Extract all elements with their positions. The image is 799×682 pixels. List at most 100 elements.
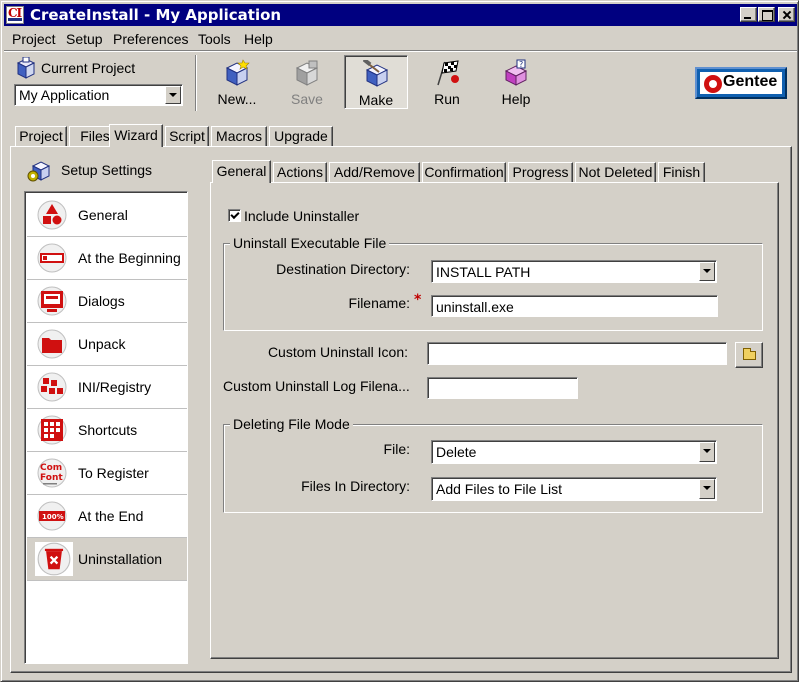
tab-confirmation[interactable]: Confirmation (422, 162, 506, 182)
menu-preferences[interactable]: Preferences (113, 31, 188, 47)
com-font-icon: Com Font (37, 458, 67, 488)
help-button-label: Help (501, 91, 531, 107)
file-mode-label: File: (383, 441, 410, 457)
gentee-logo-button[interactable]: Gentee (695, 67, 787, 99)
include-uninstaller-label: Include Uninstaller (244, 208, 360, 224)
nav-item-at-the-beginning[interactable]: At the Beginning (27, 237, 187, 280)
nav-item-at-the-end[interactable]: 100% At the End (27, 495, 187, 538)
make-button[interactable]: Make (344, 55, 408, 109)
save-button[interactable]: Save (275, 55, 339, 109)
chevron-down-icon[interactable] (699, 479, 715, 499)
chevron-down-icon[interactable] (699, 262, 715, 281)
nav-item-label: To Register (78, 465, 149, 481)
help-button[interactable]: ? Help (484, 55, 548, 109)
nav-item-general[interactable]: General (27, 194, 187, 237)
save-button-label: Save (291, 91, 323, 107)
gentee-logo-text: Gentee (723, 73, 778, 90)
custom-uninstall-log-label: Custom Uninstall Log Filena... (223, 378, 410, 394)
close-button[interactable] (778, 7, 795, 22)
nav-item-label: At the Beginning (78, 250, 181, 266)
title-bar[interactable]: CI CreateInstall - My Application (4, 4, 797, 26)
maximize-button[interactable] (758, 7, 775, 22)
nav-item-ini-registry[interactable]: INI/Registry (27, 366, 187, 409)
tab-macros[interactable]: Macros (211, 126, 267, 146)
new-box-icon (225, 59, 250, 86)
open-folder-icon (743, 348, 756, 360)
current-project-select[interactable]: My Application (14, 84, 183, 106)
run-button[interactable]: Run (415, 55, 479, 109)
nav-item-label: Uninstallation (78, 551, 163, 567)
progress-start-icon (37, 243, 67, 273)
custom-uninstall-icon-input[interactable] (427, 342, 727, 365)
uninstall-exe-group: Uninstall Executable File (223, 235, 763, 331)
com-font-icon-com-text: Com (40, 463, 62, 473)
tab-project[interactable]: Project (15, 126, 67, 146)
checkered-flag-icon (437, 60, 459, 86)
tab-not-deleted[interactable]: Not Deleted (575, 162, 656, 182)
tab-actions[interactable]: Actions (273, 162, 327, 182)
uninstall-tabs: General Actions Add/Remove Confirmation … (212, 160, 712, 183)
chevron-down-icon[interactable] (699, 442, 715, 462)
tab-add-remove[interactable]: Add/Remove (329, 162, 420, 182)
files-in-directory-label: Files In Directory: (301, 478, 410, 494)
nav-item-label: Dialogs (78, 293, 125, 309)
progress-complete-icon: 100% (37, 501, 67, 531)
tab-wizard[interactable]: Wizard (109, 124, 163, 147)
destination-directory-select[interactable]: INSTALL PATH (431, 260, 717, 283)
toolbar-divider (195, 55, 197, 111)
nav-item-unpack[interactable]: Unpack (27, 323, 187, 366)
required-asterisk: * (414, 292, 422, 308)
svg-text:?: ? (519, 60, 523, 69)
app-icon[interactable]: CI (6, 6, 24, 24)
tab-finish[interactable]: Finish (658, 162, 705, 182)
com-font-icon-font-text: Font (40, 473, 63, 483)
tab-progress[interactable]: Progress (508, 162, 573, 182)
application-window: CI CreateInstall - My Application Projec… (0, 0, 799, 682)
current-project-label: Current Project (41, 60, 136, 76)
tab-upgrade[interactable]: Upgrade (269, 126, 333, 146)
nav-item-label: INI/Registry (78, 379, 152, 395)
setup-settings-label: Setup Settings (61, 162, 153, 178)
browse-icon-button[interactable] (735, 342, 763, 368)
main-tabs: Project Files Wizard Script Macros Upgra… (15, 124, 355, 147)
destination-directory-label: Destination Directory: (276, 261, 410, 277)
gentee-logo-icon (704, 75, 722, 93)
progress-complete-icon-text: 100% (42, 513, 64, 521)
menu-setup[interactable]: Setup (66, 31, 103, 47)
file-mode-select[interactable]: Delete (431, 440, 717, 464)
shortcuts-grid-icon (37, 415, 67, 445)
nav-item-dialogs[interactable]: Dialogs (27, 280, 187, 323)
checkmark-icon (230, 209, 240, 220)
filename-label: Filename: (348, 295, 410, 311)
hammer-box-icon (363, 60, 389, 87)
tab-general[interactable]: General (212, 160, 271, 183)
files-in-directory-value: Add Files to File List (436, 481, 563, 497)
minimize-button[interactable] (740, 7, 757, 22)
nav-item-to-register[interactable]: Com Font To Register (27, 452, 187, 495)
project-box-icon (16, 57, 36, 79)
menu-tools[interactable]: Tools (198, 31, 231, 47)
files-in-directory-select[interactable]: Add Files to File List (431, 477, 717, 501)
setup-gear-icon (27, 161, 51, 182)
window-title: CreateInstall - My Application (30, 6, 282, 24)
custom-uninstall-log-input[interactable] (427, 377, 578, 399)
registry-cubes-icon (37, 372, 67, 402)
menu-separator (4, 50, 797, 52)
nav-item-label: Shortcuts (78, 422, 138, 438)
tab-script[interactable]: Script (165, 126, 209, 146)
filename-input[interactable]: uninstall.exe (431, 295, 718, 317)
nav-item-label: General (78, 207, 128, 223)
chevron-down-icon[interactable] (165, 86, 181, 104)
save-box-icon (295, 60, 319, 86)
include-uninstaller-checkbox[interactable] (228, 209, 241, 222)
nav-item-label: At the End (78, 508, 144, 524)
menu-project[interactable]: Project (12, 31, 56, 47)
setup-settings-list[interactable]: General At the Beginning Dialogs Unpack … (24, 191, 188, 664)
new-button[interactable]: New... (205, 55, 269, 109)
nav-item-label: Unpack (78, 336, 126, 352)
menu-help[interactable]: Help (244, 31, 273, 47)
nav-item-uninstallation[interactable]: Uninstallation (27, 538, 187, 581)
nav-item-shortcuts[interactable]: Shortcuts (27, 409, 187, 452)
help-book-icon: ? (504, 59, 528, 86)
file-mode-value: Delete (436, 444, 477, 460)
